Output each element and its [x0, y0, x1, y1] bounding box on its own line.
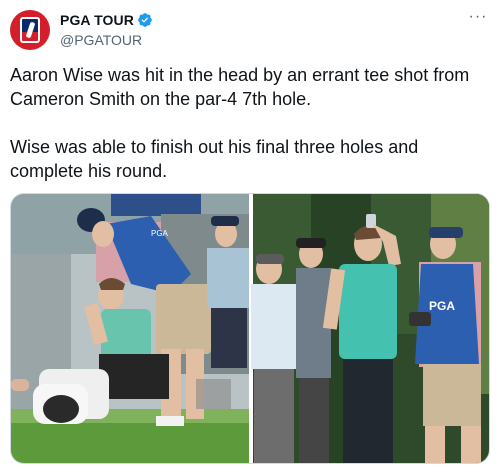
tweet-header: PGA TOUR @PGATOUR ··· — [10, 9, 490, 50]
right-photo[interactable]: PGA — [251, 194, 490, 464]
more-options-icon[interactable]: ··· — [466, 9, 490, 26]
display-name[interactable]: PGA TOUR — [60, 12, 134, 28]
tweet-media[interactable]: PGA PGA — [10, 193, 490, 464]
verified-badge-icon — [138, 13, 152, 27]
account-handle[interactable]: @PGATOUR — [60, 32, 153, 48]
tweet-text: Aaron Wise was hit in the head by an err… — [10, 65, 470, 181]
svg-text:PGA: PGA — [429, 299, 455, 313]
account-names: PGA TOUR @PGATOUR — [60, 11, 153, 48]
svg-text:PGA: PGA — [151, 229, 169, 238]
left-photo[interactable]: PGA — [11, 194, 249, 464]
media-photos: PGA PGA — [11, 194, 490, 464]
pga-tour-logo-icon — [20, 17, 40, 43]
avatar[interactable] — [10, 10, 50, 50]
